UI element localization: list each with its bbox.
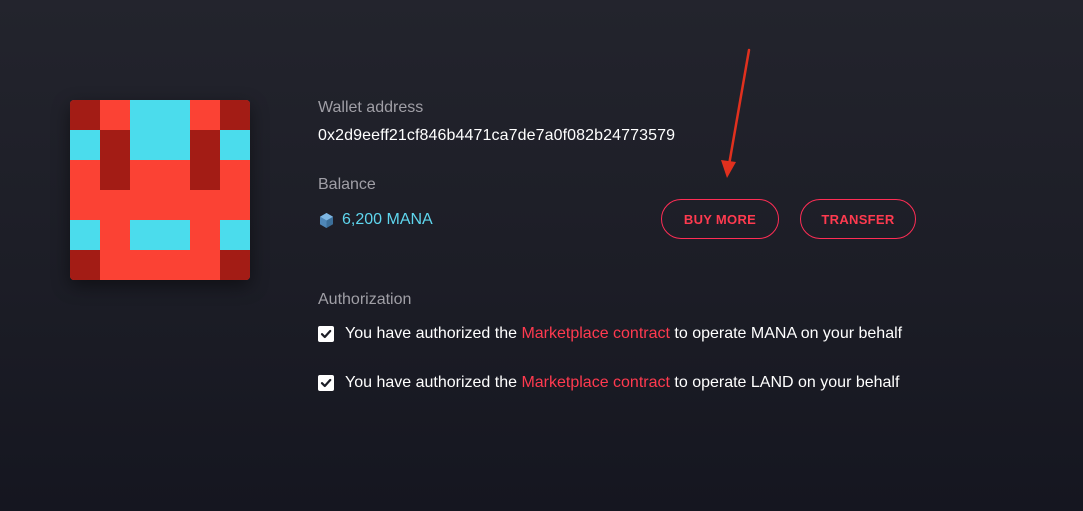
mana-icon bbox=[318, 212, 335, 229]
authorization-label: Authorization bbox=[318, 291, 412, 308]
land-authorization-checkbox[interactable] bbox=[318, 375, 334, 391]
wallet-section: Wallet address 0x2d9eeff21cf846b4471ca7d… bbox=[318, 98, 675, 146]
authorization-text-suffix: to operate MANA on your behalf bbox=[669, 325, 903, 342]
buy-more-button[interactable]: BUY MORE bbox=[661, 199, 779, 239]
wallet-address-label: Wallet address bbox=[318, 99, 424, 116]
wallet-address-value: 0x2d9eeff21cf846b4471ca7de7a0f082b247735… bbox=[318, 127, 676, 144]
marketplace-contract-link[interactable]: Marketplace contract bbox=[521, 374, 670, 392]
balance-value: 6,200 MANA bbox=[318, 211, 433, 229]
pixel-avatar-icon bbox=[70, 100, 250, 280]
checkmark-icon bbox=[320, 329, 332, 339]
authorization-text-prefix: You have authorized the bbox=[345, 325, 522, 342]
marketplace-contract-link[interactable]: Marketplace contract bbox=[521, 325, 670, 343]
balance-amount: 6,200 MANA bbox=[342, 211, 433, 228]
mana-authorization-checkbox[interactable] bbox=[318, 326, 334, 342]
checkmark-icon bbox=[320, 378, 332, 388]
authorization-text-suffix: to operate LAND on your behalf bbox=[669, 374, 900, 391]
authorization-item-land: You have authorized the Marketplace cont… bbox=[318, 374, 899, 392]
balance-label: Balance bbox=[318, 176, 376, 193]
authorization-text-prefix: You have authorized the bbox=[345, 374, 522, 391]
avatar bbox=[70, 100, 250, 280]
authorization-item-mana: You have authorized the Marketplace cont… bbox=[318, 325, 902, 343]
transfer-button[interactable]: TRANSFER bbox=[800, 199, 916, 239]
